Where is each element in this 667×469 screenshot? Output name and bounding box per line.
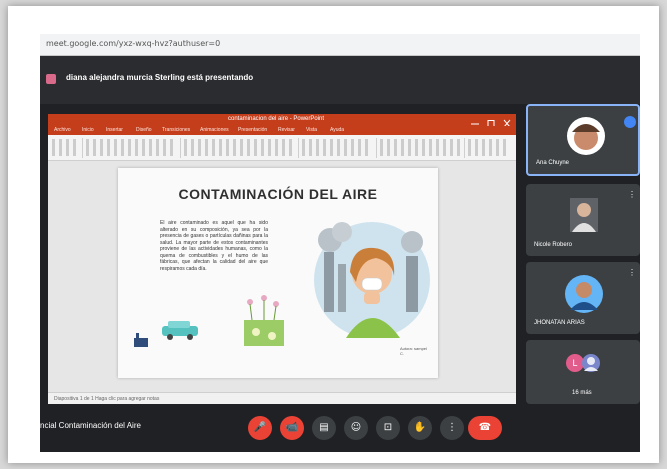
maximize-icon[interactable] [484,115,498,127]
participant-video [570,198,598,232]
powerpoint-status-bar: Diapositiva 1 de 1 Haga clic para agrega… [48,392,516,404]
participant-tile-2[interactable]: ⋮ Nicole Robero [526,184,640,256]
tab-transiciones[interactable]: Transiciones [162,127,190,133]
editing-group[interactable] [468,139,510,156]
tab-insertar[interactable]: Insertar [106,127,123,133]
drawing-group[interactable] [380,139,460,156]
font-group[interactable] [184,139,294,156]
presenting-text: diana alejandra murcia Sterling está pre… [66,73,254,82]
polluted-city-woman-illustration [314,222,430,338]
speaking-indicator-icon [624,116,636,128]
captions-icon[interactable]: ▤ [312,416,336,440]
tab-vista[interactable]: Vista [306,127,317,133]
powerpoint-title-bar: contaminacion del aire - PowerPoint [48,114,516,128]
tab-inicio[interactable]: Inicio [82,127,94,133]
more-options-icon[interactable]: ⋮ [628,268,636,277]
car-icon [162,321,198,340]
participant-tile-more[interactable]: L 16 más [526,340,640,404]
meeting-controls-bar: ncial Contaminación del Aire 🎤 📹 ▤ ☺ ⊡ ✋… [40,404,640,452]
presenter-icon [46,74,56,84]
slide-caption: Autora: sampel C. [400,346,427,356]
slide-body-text: El aire contaminado es aquel que ha sido… [160,220,268,272]
browser-address-bar[interactable]: meet.google.com/yxz-wxq-hvz?authuser=0 [40,34,640,56]
clipboard-group[interactable] [52,139,78,156]
factory-icon [134,333,148,347]
raise-hand-icon[interactable]: ✋ [408,416,432,440]
powerpoint-window-title: contaminacion del aire - PowerPoint [228,116,325,122]
slide-canvas[interactable]: CONTAMINACIÓN DEL AIRE El aire contamina… [118,168,438,378]
ribbon-divider [180,138,181,158]
emoji-icon[interactable]: ☺ [344,416,368,440]
ribbon-toolbar[interactable] [48,135,516,161]
status-text: Diapositiva 1 de 1 Haga clic para agrega… [54,396,160,402]
tab-ayuda[interactable]: Ayuda [330,127,344,133]
tab-revisar[interactable]: Revisar [278,127,295,133]
more-participants-label: 16 más [572,390,592,396]
participant-name: JHONATAN ARIAS [534,320,585,326]
camera-icon[interactable]: 📹 [280,416,304,440]
participant-tile-3[interactable]: ⋮ JHONATAN ARIAS [526,262,640,334]
present-icon[interactable]: ⊡ [376,416,400,440]
participant-avatar [582,354,600,372]
ribbon-divider [376,138,377,158]
participant-avatar [565,275,603,313]
screenshot-frame: meet.google.com/yxz-wxq-hvz?authuser=0 d… [8,6,659,463]
url-text: meet.google.com/yxz-wxq-hvz?authuser=0 [46,39,221,48]
paragraph-group[interactable] [302,139,372,156]
more-options-icon[interactable]: ⋮ [628,190,636,199]
ribbon-divider [298,138,299,158]
more-options-icon[interactable]: ⋮ [440,416,464,440]
slides-group[interactable] [86,139,176,156]
ribbon-divider [82,138,83,158]
ribbon-tabs: Archivo Inicio Insertar Diseño Transicio… [48,126,516,135]
flowers-icon [244,295,284,346]
hangup-icon[interactable]: ☎ [468,416,502,440]
tab-presentacion[interactable]: Presentación [238,127,267,133]
meet-window: meet.google.com/yxz-wxq-hvz?authuser=0 d… [40,34,640,452]
participant-tile-1[interactable]: Ana Chuyne [526,104,640,176]
meeting-title: ncial Contaminación del Aire [40,421,141,430]
shared-screen: contaminacion del aire - PowerPoint Arch… [48,114,516,404]
tab-animaciones[interactable]: Animaciones [200,127,229,133]
presenting-banner: diana alejandra murcia Sterling está pre… [40,56,640,104]
participant-avatar [567,117,605,155]
ribbon-divider [464,138,465,158]
tab-archivo[interactable]: Archivo [54,127,71,133]
mic-icon[interactable]: 🎤 [248,416,272,440]
slide-title: CONTAMINACIÓN DEL AIRE [178,186,378,202]
participant-name: Nicole Robero [534,242,573,248]
participant-name: Ana Chuyne [536,160,570,166]
minimize-icon[interactable] [468,115,482,125]
tab-diseno[interactable]: Diseño [136,127,152,133]
close-icon[interactable] [500,115,514,128]
